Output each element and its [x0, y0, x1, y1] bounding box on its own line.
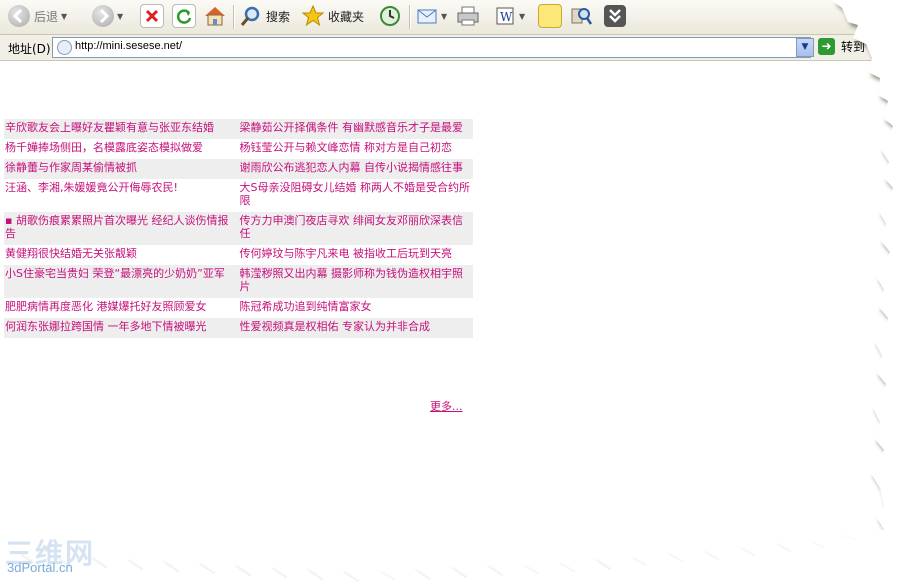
watermark: 三维网 3dPortal.cn [5, 532, 95, 575]
torn-edge-decoration [0, 0, 899, 585]
browser-window: 后退 ▼ ▼ 搜索 收藏夹 ▼ W ▼ 地址(D) http://mini.se… [0, 0, 899, 585]
watermark-site: 3dPortal.cn [7, 560, 73, 575]
